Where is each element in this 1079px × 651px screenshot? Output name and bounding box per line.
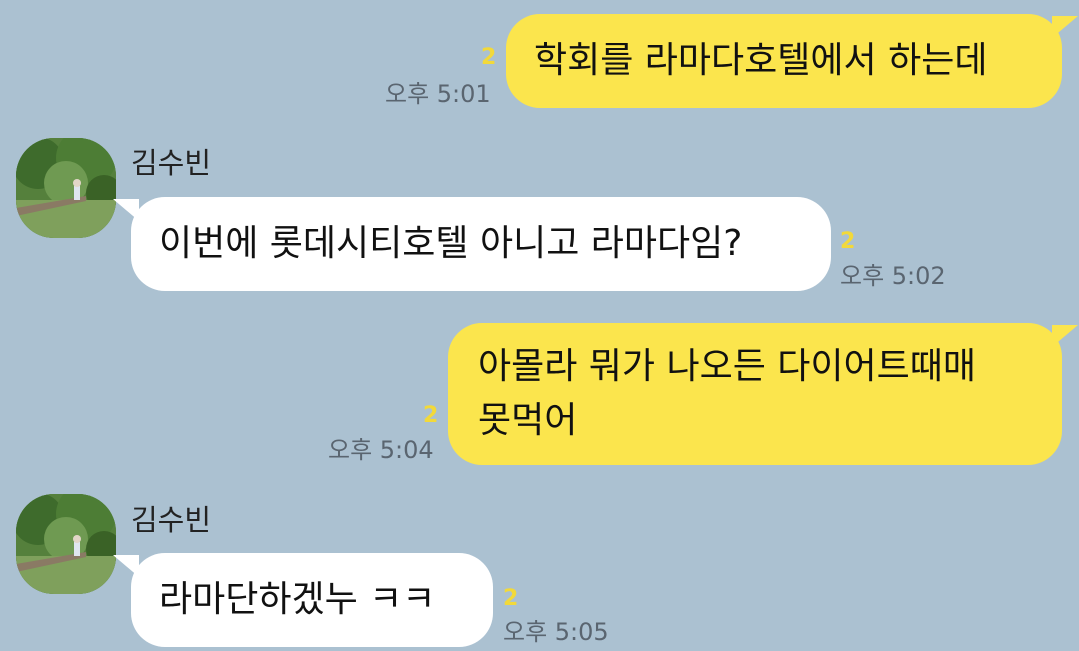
their-message-bubble[interactable]: 이번에 롯데시티호텔 아니고 라마다임? <box>131 197 831 291</box>
message-text: 이번에 롯데시티호텔 아니고 라마다임? <box>159 223 743 264</box>
message-text-line: 아몰라 뭐가 나오든 다이어트때매 <box>478 346 977 387</box>
their-message-bubble[interactable]: 라마단하겠누 ㅋㅋ <box>131 553 493 647</box>
unread-count: 2 <box>423 403 439 428</box>
message-time: 오후 5:04 <box>328 436 434 464</box>
unread-count: 2 <box>503 586 519 611</box>
unread-count: 2 <box>840 229 856 254</box>
bubble-tail <box>113 555 139 577</box>
sender-name: 김수빈 <box>131 503 212 537</box>
my-message-bubble[interactable]: 아몰라 뭐가 나오든 다이어트때매 못먹어 <box>448 323 1062 465</box>
avatar-photo-icon <box>16 494 116 594</box>
profile-avatar[interactable] <box>16 494 116 594</box>
message-time: 오후 5:02 <box>840 262 946 290</box>
bubble-tail <box>1052 16 1078 38</box>
message-time: 오후 5:05 <box>503 618 609 646</box>
message-text: 라마단하겠누 ㅋㅋ <box>159 579 436 620</box>
message-text: 학회를 라마다호텔에서 하는데 <box>534 40 988 81</box>
my-message-bubble[interactable]: 학회를 라마다호텔에서 하는데 <box>506 14 1062 108</box>
profile-avatar[interactable] <box>16 138 116 238</box>
message-time: 오후 5:01 <box>385 80 491 108</box>
bubble-tail <box>113 199 139 221</box>
chat-room: 학회를 라마다호텔에서 하는데 2 오후 5:01 김수빈 이번에 롯데시티호텔… <box>0 0 1079 651</box>
bubble-tail <box>1052 325 1078 347</box>
avatar-photo-icon <box>16 138 116 238</box>
message-text-line: 못먹어 <box>478 400 578 441</box>
unread-count: 2 <box>481 45 497 70</box>
sender-name: 김수빈 <box>131 146 212 180</box>
